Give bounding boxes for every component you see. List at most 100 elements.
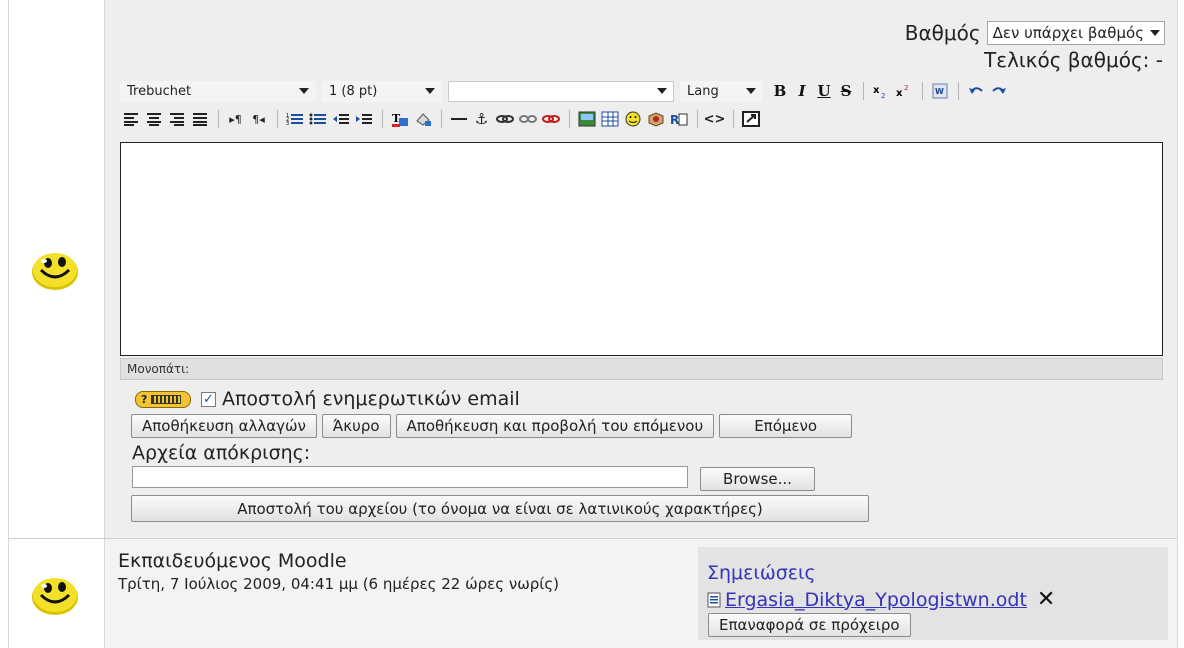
email-label: Αποστολή ενημερωτικών email xyxy=(222,388,520,410)
search-replace-icon[interactable]: R xyxy=(668,110,689,128)
align-center-icon[interactable] xyxy=(143,110,164,128)
unlink-icon[interactable] xyxy=(517,110,538,128)
submission-files-box: Σημειώσεις Ergasia_Diktya_Ypologistwn.od… xyxy=(698,547,1168,640)
grade-label: Βαθμός xyxy=(904,21,981,45)
toolbar-separator xyxy=(441,110,442,128)
nolink-icon[interactable] xyxy=(540,110,561,128)
response-files-label: Αρχεία απόκρισης: xyxy=(132,442,311,464)
align-justify-icon[interactable] xyxy=(189,110,210,128)
html-editor: Trebuchet 1 (8 pt) Lang B I U S x 2 x 2 … xyxy=(120,77,1163,380)
browse-button[interactable]: Browse... xyxy=(700,467,815,491)
align-left-icon[interactable] xyxy=(120,110,141,128)
toolbar-separator xyxy=(382,110,383,128)
lang-select[interactable]: Lang xyxy=(680,80,763,102)
background-color-icon[interactable] xyxy=(412,110,433,128)
smiley-icon[interactable] xyxy=(622,110,643,128)
toolbar-separator xyxy=(958,82,959,100)
emoticon-library-icon[interactable] xyxy=(645,110,666,128)
svg-text:2: 2 xyxy=(904,84,908,92)
editor-toolbar-bottom: ▸¶ ¶◂ 123 T ⚓ R <> xyxy=(120,105,1163,133)
next-button[interactable]: Επόμενο xyxy=(719,414,853,438)
svg-text:R: R xyxy=(670,113,679,127)
font-family-select[interactable]: Trebuchet xyxy=(120,80,316,102)
toolbar-separator xyxy=(863,82,864,100)
toolbar-separator xyxy=(697,110,698,128)
font-family-value: Trebuchet xyxy=(127,83,192,99)
italic-button[interactable]: I xyxy=(791,82,813,100)
lang-value: Lang xyxy=(687,83,719,99)
notes-link[interactable]: Σημειώσεις xyxy=(707,562,816,584)
email-checkbox[interactable]: ✓ xyxy=(201,391,216,407)
horizontal-rule-icon[interactable] xyxy=(448,110,469,128)
indent-icon[interactable] xyxy=(353,110,374,128)
smiley-avatar-icon xyxy=(32,578,78,615)
save-changes-button[interactable]: Αποθήκευση αλλαγών xyxy=(131,414,317,438)
insert-table-icon[interactable] xyxy=(599,110,620,128)
svg-text:W: W xyxy=(935,87,944,96)
table-right-border xyxy=(1177,0,1178,648)
align-right-icon[interactable] xyxy=(166,110,187,128)
submission-row: Εκπαιδευόμενος Moodle Τρίτη, 7 Ιούλιος 2… xyxy=(9,538,1177,648)
teacher-picture-cell xyxy=(9,0,104,538)
bullet-list-icon[interactable] xyxy=(307,110,328,128)
paragraph-style-select[interactable] xyxy=(448,80,674,102)
toolbar-separator xyxy=(277,110,278,128)
fullscreen-icon[interactable] xyxy=(740,110,761,128)
submitted-file-link[interactable]: Ergasia_Diktya_Ypologistwn.odt xyxy=(725,589,1027,611)
toolbar-separator xyxy=(922,82,923,100)
student-picture-cell xyxy=(9,539,104,648)
upload-file-button[interactable]: Αποστολή του αρχείου (το όνομα να είναι … xyxy=(131,495,869,522)
smiley-avatar-icon xyxy=(32,253,78,290)
paste-word-icon[interactable]: W xyxy=(929,82,950,100)
insert-link-icon[interactable] xyxy=(494,110,515,128)
font-size-select[interactable]: 1 (8 pt) xyxy=(322,80,442,102)
bold-button[interactable]: B xyxy=(769,82,791,100)
insert-image-icon[interactable] xyxy=(576,110,597,128)
chevron-down-icon xyxy=(299,88,309,94)
feedback-cell: Βαθμός Δεν υπάρχει βαθμός Τελικός βαθμός… xyxy=(104,0,1177,538)
strikethrough-button[interactable]: S xyxy=(835,82,857,100)
text-color-icon[interactable]: T xyxy=(389,110,410,128)
revert-to-draft-button[interactable]: Επαναφορά σε πρόχειρο xyxy=(708,613,911,637)
action-buttons: Αποθήκευση αλλαγών Άκυρο Αποθήκευση και … xyxy=(131,414,853,438)
file-path-input[interactable] xyxy=(132,466,688,488)
anchor-icon[interactable]: ⚓ xyxy=(471,110,492,128)
chevron-down-icon xyxy=(657,88,667,94)
chevron-down-icon xyxy=(746,88,756,94)
html-source-icon[interactable]: <> xyxy=(704,110,726,128)
chevron-down-icon xyxy=(425,88,435,94)
delete-file-icon[interactable]: ✕ xyxy=(1037,587,1055,612)
grade-row: Βαθμός Δεν υπάρχει βαθμός xyxy=(905,21,1165,45)
submitted-file-row: Ergasia_Diktya_Ypologistwn.odt ✕ xyxy=(707,587,1055,612)
cancel-button[interactable]: Άκυρο xyxy=(321,414,391,438)
chevron-down-icon xyxy=(1150,30,1160,36)
submission-date: Τρίτη, 7 Ιούλιος 2009, 04:41 μμ (6 ημέρε… xyxy=(118,575,560,593)
student-name: Εκπαιδευόμενος Moodle xyxy=(118,550,347,572)
svg-text:x: x xyxy=(896,88,903,99)
svg-text:3: 3 xyxy=(286,121,289,126)
outdent-icon[interactable] xyxy=(330,110,351,128)
toolbar-separator xyxy=(569,110,570,128)
underline-button[interactable]: U xyxy=(813,82,835,100)
keyboard-help-icon[interactable]: ? xyxy=(135,390,191,408)
grade-select[interactable]: Δεν υπάρχει βαθμός xyxy=(986,21,1165,45)
document-file-icon xyxy=(707,592,721,607)
editor-textarea[interactable] xyxy=(120,142,1163,356)
font-size-value: 1 (8 pt) xyxy=(329,83,378,99)
final-grade: Τελικός βαθμός: - xyxy=(984,48,1163,72)
grade-select-value: Δεν υπάρχει βαθμός xyxy=(992,24,1144,42)
grading-row: Βαθμός Δεν υπάρχει βαθμός Τελικός βαθμός… xyxy=(9,0,1177,538)
svg-text:2: 2 xyxy=(881,92,885,99)
rtl-direction-icon[interactable]: ¶◂ xyxy=(248,110,269,128)
editor-path-bar: Μονοπάτι: xyxy=(120,358,1163,380)
superscript-icon[interactable]: x2 xyxy=(893,82,914,100)
undo-icon[interactable] xyxy=(965,82,986,100)
ltr-direction-icon[interactable]: ▸¶ xyxy=(225,110,246,128)
toolbar-separator xyxy=(218,110,219,128)
toolbar-separator xyxy=(733,110,734,128)
numbered-list-icon[interactable]: 123 xyxy=(284,110,305,128)
save-and-next-button[interactable]: Αποθήκευση και προβολή του επόμενου xyxy=(395,414,715,438)
submission-cell: Εκπαιδευόμενος Moodle Τρίτη, 7 Ιούλιος 2… xyxy=(104,539,1177,648)
subscript-icon[interactable]: x2 xyxy=(870,82,891,100)
redo-icon[interactable] xyxy=(988,82,1009,100)
